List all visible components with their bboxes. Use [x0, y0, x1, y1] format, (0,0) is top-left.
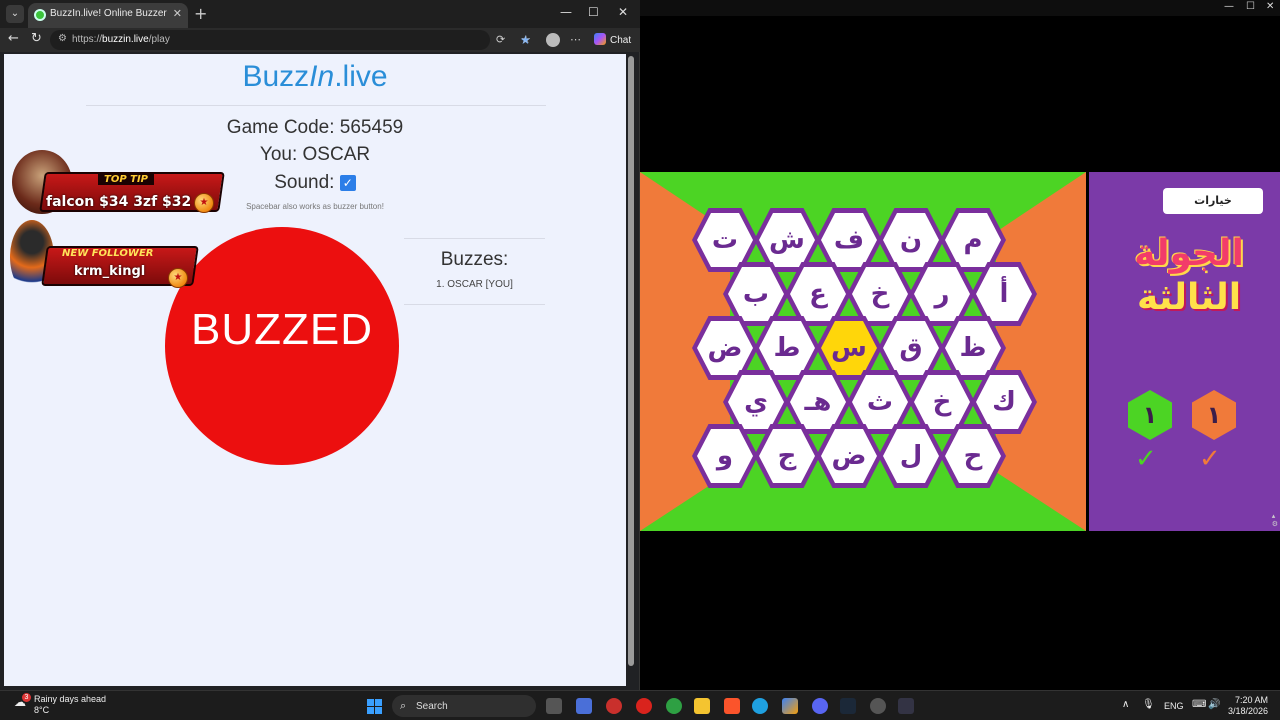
side-panel: خيارات الجولة الثالثة ١ ١ ✓ ✓ ▴ ⚙	[1089, 172, 1280, 531]
letter-hex-cell[interactable]: ض	[816, 424, 882, 488]
divider	[404, 304, 545, 305]
buzzes-heading: Buzzes:	[440, 249, 509, 270]
copilot-taskbar-icon[interactable]	[782, 698, 798, 714]
browser-toolbar: ← ↻ ⚙ https://buzzin.live/play ★ ⟳ ☆ ⋯ C…	[0, 28, 640, 52]
tab-close-icon[interactable]: ✕	[173, 7, 182, 20]
green-team-score: ١	[1128, 390, 1172, 440]
taskbar-search[interactable]: ⌕ Search	[392, 695, 536, 717]
letter-hex-cell[interactable]: ج	[754, 424, 820, 488]
edge-controls-icon[interactable]: ▴ ⚙	[1272, 512, 1278, 528]
letter-hex-cell[interactable]: و	[692, 424, 758, 488]
language-indicator[interactable]: ENG	[1164, 701, 1184, 711]
buzzin-favicon-icon	[34, 9, 46, 21]
favorites-icon[interactable]: ☆	[521, 33, 531, 46]
weather-badge: 3	[22, 693, 31, 702]
page-viewport: BuzzIn.live Game Code: 565459 You: OSCAR…	[4, 54, 626, 686]
sound-label: Sound:	[274, 172, 335, 193]
xbox-icon[interactable]	[666, 698, 682, 714]
windows-start-icon[interactable]	[367, 699, 382, 714]
copilot-chat-button[interactable]: Chat	[594, 33, 631, 46]
minimize-button[interactable]: —	[560, 5, 572, 19]
game-window: — ☐ ✕ ت ش ف ن م ب ع خ ر أ ض ط س ق ظ ي هـ ث خ ك و ج ض ل ح خيارات …	[640, 0, 1280, 690]
app-misc-icon[interactable]	[898, 698, 914, 714]
more-menu-icon[interactable]: ⋯	[570, 33, 581, 46]
new-tab-button[interactable]: +	[194, 4, 207, 23]
orange-check-icon[interactable]: ✓	[1199, 444, 1221, 474]
game-code: Game Code: 565459	[226, 117, 404, 138]
round-title-line2: الثالثة	[1136, 277, 1242, 318]
page-scrollbar[interactable]	[628, 56, 634, 666]
new-follower-name: krm_kingl	[74, 264, 146, 279]
clock[interactable]: 7:20 AM 3/18/2026	[1226, 695, 1268, 717]
search-icon: ⌕	[400, 699, 407, 712]
game-stage: ت ش ف ن م ب ع خ ر أ ض ط س ق ظ ي هـ ث خ ك و ج ض ل ح خيارات الجولة…	[640, 172, 1280, 531]
store-icon[interactable]	[576, 698, 592, 714]
app-settings-icon[interactable]	[870, 698, 886, 714]
top-tip-line: falcon $34 3zf $32	[46, 194, 192, 210]
weather-text: Rainy days ahead 8°C	[34, 694, 107, 715]
round-title-line1: الجولة	[1134, 233, 1244, 274]
divider	[86, 105, 546, 106]
volume-icon[interactable]: 🔊	[1208, 699, 1220, 710]
tab-search-button[interactable]: ⌄	[6, 5, 24, 23]
copilot-icon	[594, 33, 606, 45]
address-url: https://buzzin.live/play	[72, 34, 170, 45]
task-view-icon[interactable]	[546, 698, 562, 714]
top-tip-overlay: TOP TIP falcon $34 3zf $32 ★	[12, 150, 232, 220]
brave-icon[interactable]	[724, 698, 740, 714]
tab-bar: ⌄ BuzzIn.live! Online Buzzer System ✕ + …	[0, 0, 640, 28]
close-window-button[interactable]: ✕	[618, 5, 628, 19]
windows-taskbar: ☁ 3 Rainy days ahead 8°C ⌕ Search ∧ 🎙 ENG…	[0, 690, 1280, 720]
file-explorer-icon[interactable]	[694, 698, 710, 714]
dragon-ball-icon: ★	[194, 193, 214, 213]
divider	[404, 238, 545, 239]
orange-team-score: ١	[1192, 390, 1236, 440]
app-red2-icon[interactable]	[636, 698, 652, 714]
options-button[interactable]: خيارات	[1163, 188, 1263, 214]
game-maximize-button[interactable]: ☐	[1246, 1, 1255, 12]
buzzin-logo[interactable]: BuzzIn.live	[4, 60, 626, 94]
tab-title: BuzzIn.live! Online Buzzer System	[50, 8, 170, 19]
buzz-list-item: 1. OSCAR [YOU]	[436, 279, 513, 290]
refresh-extension-icon[interactable]: ⟳	[496, 33, 505, 46]
microphone-icon[interactable]: 🎙	[1142, 699, 1155, 710]
game-titlebar: — ☐ ✕	[640, 0, 1280, 16]
network-icon[interactable]: ⌨	[1192, 699, 1206, 710]
steam-icon[interactable]	[840, 698, 856, 714]
discord-icon[interactable]	[812, 698, 828, 714]
game-minimize-button[interactable]: —	[1224, 1, 1234, 12]
sound-checkbox[interactable]: ✓	[339, 175, 356, 191]
game-close-button[interactable]: ✕	[1266, 1, 1274, 12]
address-bar[interactable]: ⚙ https://buzzin.live/play ★	[50, 30, 531, 50]
browser-window: ⌄ BuzzIn.live! Online Buzzer System ✕ + …	[0, 0, 640, 690]
app-red-icon[interactable]	[606, 698, 622, 714]
site-info-icon[interactable]: ⚙	[58, 33, 67, 44]
back-arrow-icon[interactable]: ←	[8, 31, 19, 46]
new-follower-overlay: NEW FOLLOWER krm_kingl ★	[6, 220, 206, 296]
maximize-button[interactable]: ☐	[588, 5, 599, 19]
top-tip-label: TOP TIP	[98, 174, 155, 185]
search-label: Search	[416, 701, 448, 712]
edge-icon[interactable]	[752, 698, 768, 714]
letter-hex-cell[interactable]: ح	[940, 424, 1006, 488]
green-check-icon[interactable]: ✓	[1135, 444, 1157, 474]
reload-icon[interactable]: ↻	[31, 31, 42, 46]
letter-hex-cell[interactable]: ل	[878, 424, 944, 488]
new-follower-label: NEW FOLLOWER	[62, 248, 154, 259]
profile-avatar[interactable]	[546, 33, 560, 47]
tray-chevron-icon[interactable]: ∧	[1122, 699, 1129, 710]
dragon-ball-icon: ★	[168, 268, 188, 288]
tab-buzzin[interactable]: BuzzIn.live! Online Buzzer System ✕	[28, 3, 188, 28]
